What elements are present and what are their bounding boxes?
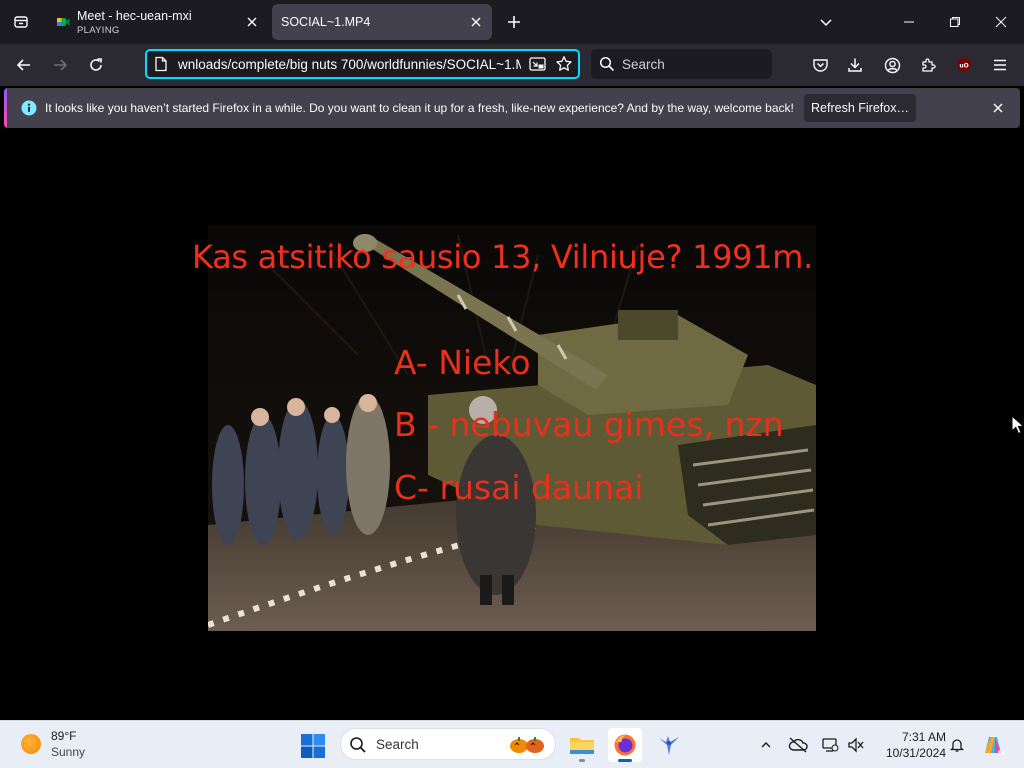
windows-start-icon[interactable] xyxy=(300,733,326,759)
file-explorer-icon[interactable] xyxy=(565,728,599,762)
tab-title: Meet - hec-uean-mxi xyxy=(77,9,192,23)
video-answer-c: C- rusai daunai xyxy=(394,468,644,507)
tab-bar: Meet - hec-uean-mxi PLAYING SOCIAL~1.MP4 xyxy=(0,0,1024,44)
refresh-firefox-button[interactable]: Refresh Firefox… xyxy=(804,94,916,122)
notification-accent xyxy=(4,88,7,128)
downloads-icon[interactable] xyxy=(841,51,869,79)
chevron-down-icon[interactable] xyxy=(814,10,838,34)
chevron-up-icon[interactable] xyxy=(756,735,776,755)
pocket-icon[interactable] xyxy=(806,51,834,79)
video-answer-a: A- Nieko xyxy=(394,343,531,382)
back-arrow-icon[interactable] xyxy=(10,51,38,79)
firefox-icon[interactable] xyxy=(608,728,642,762)
minimize-icon[interactable] xyxy=(886,0,932,44)
info-icon xyxy=(21,100,37,116)
pumpkin-icon xyxy=(510,737,544,753)
close-tab-icon[interactable] xyxy=(468,14,484,30)
picture-in-picture-icon[interactable] xyxy=(529,56,546,72)
refresh-firefox-notification: It looks like you haven’t started Firefo… xyxy=(4,88,1020,128)
search-bar[interactable]: Search xyxy=(591,49,772,79)
sun-weather-icon[interactable] xyxy=(21,734,41,754)
notification-bell-icon[interactable] xyxy=(947,735,967,755)
mouse-cursor-icon xyxy=(1011,415,1024,435)
clock-time: 7:31 AM xyxy=(901,730,946,744)
tab-video[interactable]: SOCIAL~1.MP4 xyxy=(272,4,492,40)
volume-muted-icon[interactable] xyxy=(846,735,866,755)
notification-message: It looks like you haven’t started Firefo… xyxy=(45,101,794,115)
taskbar-active-indicator xyxy=(618,759,632,762)
ublock-origin-icon[interactable]: uO xyxy=(950,51,978,79)
network-icon[interactable] xyxy=(820,735,840,755)
svg-text:PRE: PRE xyxy=(998,750,1005,757)
list-all-tabs-icon[interactable] xyxy=(8,10,34,34)
clock-date: 10/31/2024 xyxy=(885,746,946,760)
tab-title: SOCIAL~1.MP4 xyxy=(281,15,371,29)
taskbar-search-placeholder: Search xyxy=(376,737,419,752)
search-icon xyxy=(599,56,615,72)
video-question-text: Kas atsitiko sausio 13, Vilniuje? 1991m. xyxy=(192,238,814,276)
tab-meet[interactable]: Meet - hec-uean-mxi PLAYING xyxy=(44,4,268,40)
navigation-toolbar: wnloads/complete/big nuts 700/worldfunni… xyxy=(0,44,1024,86)
system-clock[interactable]: 7:31 AM 10/31/2024 xyxy=(870,729,946,761)
weather-condition[interactable]: Sunny xyxy=(51,745,85,759)
extensions-icon[interactable] xyxy=(914,51,942,79)
menu-icon[interactable] xyxy=(986,51,1014,79)
google-meet-icon xyxy=(57,18,70,26)
taskbar-search-box[interactable]: Search xyxy=(340,728,556,760)
forward-arrow-icon[interactable] xyxy=(46,51,74,79)
account-icon[interactable] xyxy=(878,51,906,79)
video-viewer[interactable]: Kas atsitiko sausio 13, Vilniuje? 1991m.… xyxy=(0,130,1024,720)
reload-icon[interactable] xyxy=(82,51,110,79)
url-text[interactable]: wnloads/complete/big nuts 700/worldfunni… xyxy=(178,57,521,72)
close-window-icon[interactable] xyxy=(978,0,1024,44)
weather-temperature[interactable]: 89°F xyxy=(51,729,76,743)
bookmark-star-icon[interactable] xyxy=(555,55,573,73)
windows-taskbar: 89°F Sunny Search 7:31 AM 10/31/2024 PR xyxy=(0,720,1024,768)
search-icon xyxy=(350,737,366,753)
video-answer-b: B - nebuvau gimes, nzn xyxy=(394,405,784,444)
new-tab-icon[interactable] xyxy=(502,10,526,34)
close-tab-icon[interactable] xyxy=(244,14,260,30)
taskbar-running-indicator xyxy=(579,759,585,762)
search-placeholder: Search xyxy=(622,57,665,72)
copilot-icon[interactable]: PRE xyxy=(980,732,1006,758)
close-notification-icon[interactable] xyxy=(990,100,1006,116)
svg-text:uO: uO xyxy=(959,63,968,70)
bird-app-icon[interactable] xyxy=(652,728,686,762)
restore-icon[interactable] xyxy=(932,0,978,44)
url-bar[interactable]: wnloads/complete/big nuts 700/worldfunni… xyxy=(145,49,580,79)
page-icon xyxy=(155,56,167,72)
tab-playing-label: PLAYING xyxy=(77,25,120,36)
onedrive-offline-icon[interactable] xyxy=(788,735,808,755)
